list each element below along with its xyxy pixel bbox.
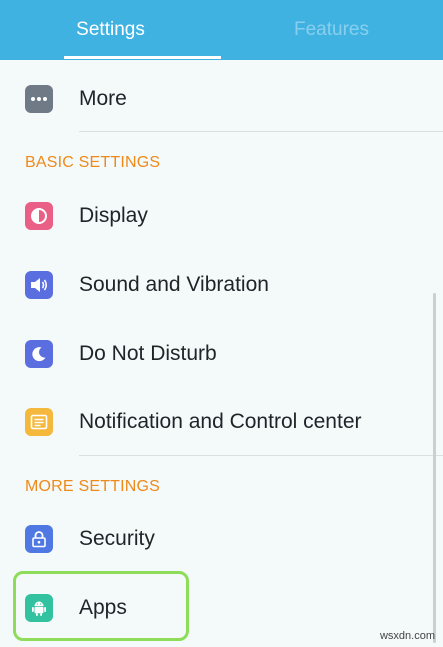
tab-indicator xyxy=(64,56,221,59)
display-contrast-icon xyxy=(25,202,53,230)
settings-item-sound-and-vibration[interactable]: Sound and Vibration xyxy=(0,255,443,315)
settings-item-display[interactable]: Display xyxy=(0,186,443,246)
watermark: wsxdn.com xyxy=(379,630,435,642)
settings-item-more[interactable]: More xyxy=(0,69,443,129)
settings-item-notification-and-control-center[interactable]: Notification and Control center xyxy=(0,392,443,452)
settings-item-label: Do Not Disturb xyxy=(79,342,217,365)
settings-item-label: Security xyxy=(79,527,155,550)
speaker-icon xyxy=(25,271,53,299)
settings-item-security[interactable]: Security xyxy=(0,509,443,569)
lock-icon xyxy=(25,525,53,553)
section-header-basic-settings: BASIC SETTINGS xyxy=(25,154,161,171)
tab-settings[interactable]: Settings xyxy=(0,0,221,60)
moon-icon xyxy=(25,340,53,368)
settings-item-label: Display xyxy=(79,204,148,227)
apps-highlight-box xyxy=(13,571,189,641)
notification-panel-icon xyxy=(25,408,53,436)
tab-features[interactable]: Features xyxy=(221,0,442,60)
divider xyxy=(79,455,443,456)
tab-bar: Settings Features xyxy=(0,0,443,60)
settings-item-label: Sound and Vibration xyxy=(79,273,269,296)
divider xyxy=(79,131,443,132)
more-dots-icon xyxy=(25,85,53,113)
settings-item-label: Notification and Control center xyxy=(79,410,362,433)
settings-item-label: More xyxy=(79,87,127,110)
scrollbar[interactable] xyxy=(433,293,436,643)
section-header-more-settings: MORE SETTINGS xyxy=(25,478,161,495)
settings-item-do-not-disturb[interactable]: Do Not Disturb xyxy=(0,324,443,384)
